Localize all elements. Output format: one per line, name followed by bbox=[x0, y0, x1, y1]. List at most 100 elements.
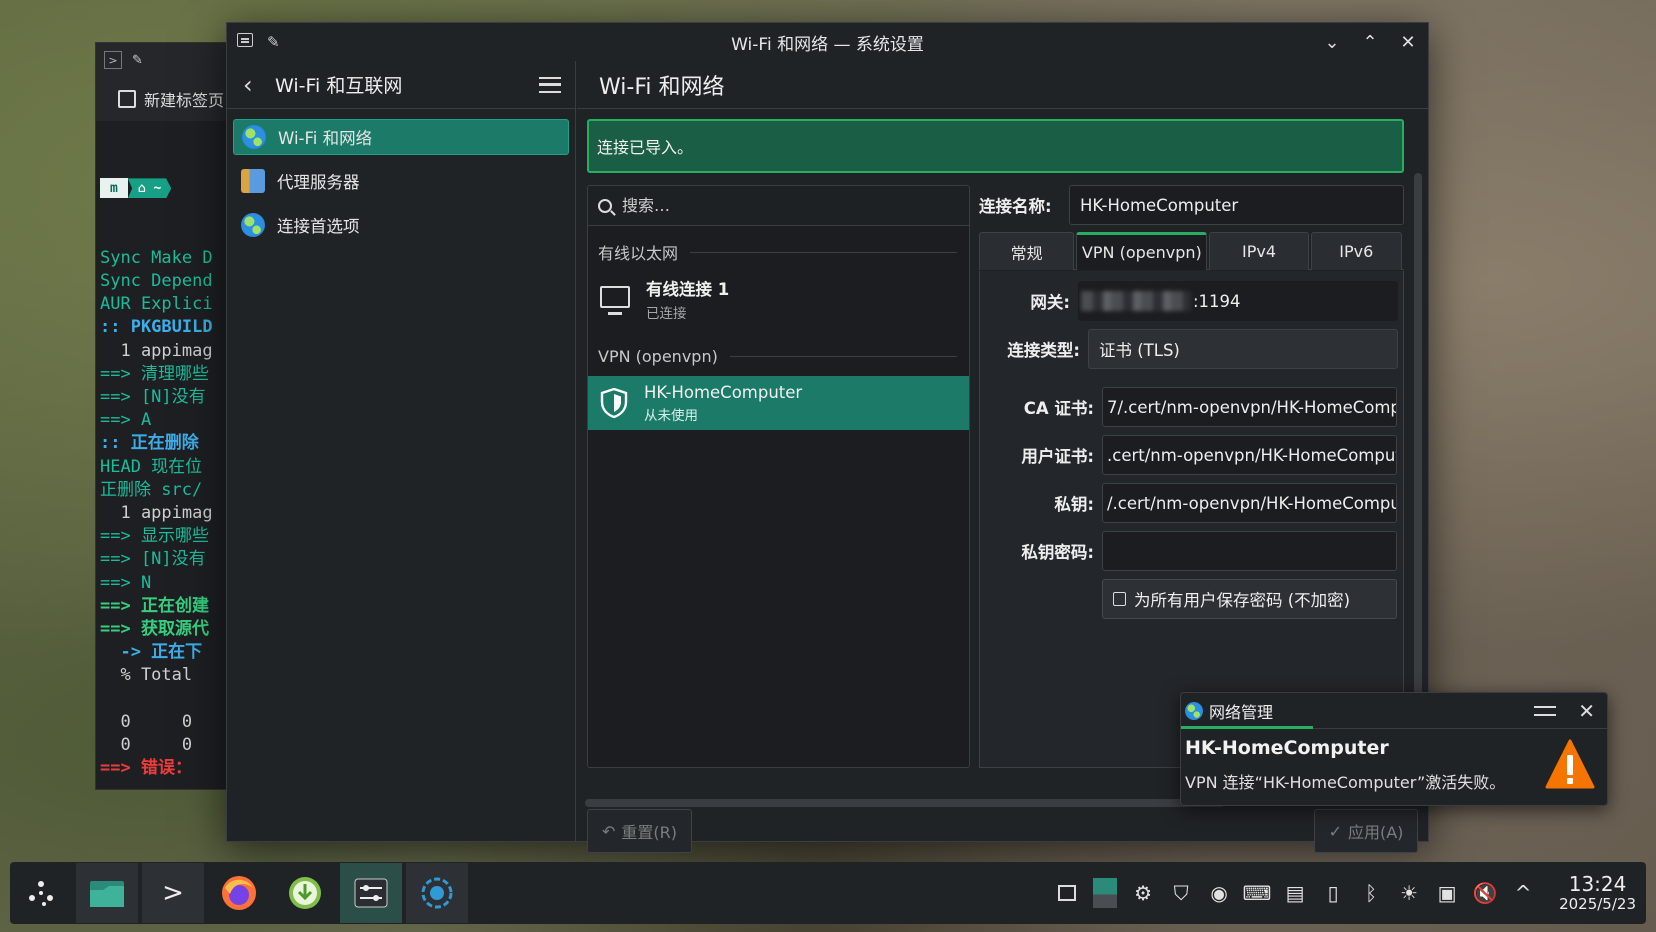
terminal-titlebar: > ✎ bbox=[96, 43, 244, 77]
notification-body: VPN 连接“HK-HomeComputer”激活失败。 bbox=[1185, 773, 1506, 792]
clock-date: 2025/5/23 bbox=[1559, 895, 1636, 913]
connection-list: 有线以太网 有线连接 1 已连接 VPN (openvpn) bbox=[587, 185, 970, 768]
brightness-icon[interactable]: ☀ bbox=[1397, 881, 1421, 905]
key-password-field[interactable] bbox=[1102, 531, 1397, 571]
user-cert-field[interactable]: .cert/nm-openvpn/HK-HomeCompute bbox=[1102, 435, 1397, 475]
terminal-window[interactable]: > ✎ 新建标签页 m ⌂ ~ Sync Make D Sync Depend AU… bbox=[95, 42, 245, 790]
usb-icon[interactable]: ▯ bbox=[1321, 881, 1345, 905]
network-icon[interactable]: ▣ bbox=[1435, 881, 1459, 905]
taskbar-firefox[interactable] bbox=[208, 863, 270, 923]
success-banner: 连接已导入。 bbox=[587, 119, 1404, 173]
recorder-icon bbox=[421, 877, 453, 909]
terminal-line: ==> 显示哪些 bbox=[100, 526, 209, 547]
warning-icon bbox=[1545, 739, 1595, 789]
terminal-line: ==> 正在创建 bbox=[100, 595, 209, 616]
terminal-line: :: 正在删除 bbox=[100, 433, 199, 454]
maximize-icon[interactable]: ⌃ bbox=[1360, 32, 1380, 53]
tab-vpn-openvpn[interactable]: VPN (openvpn) bbox=[1076, 232, 1208, 270]
kde-connect-icon[interactable]: ⚙ bbox=[1131, 881, 1155, 905]
ca-cert-row: CA 证书: 7/.cert/nm-openvpn/HK-HomeCompu bbox=[980, 387, 1403, 427]
console-tray-icon[interactable]: ⌨ bbox=[1243, 881, 1272, 905]
clock-time: 13:24 bbox=[1568, 872, 1627, 896]
section-header-ethernet: 有线以太网 bbox=[588, 232, 969, 272]
terminal-line: 0 0 bbox=[100, 735, 193, 756]
notification-popup[interactable]: 网络管理 ✕ HK-HomeComputer VPN 连接“HK-HomeCom… bbox=[1180, 692, 1608, 806]
connection-name-field[interactable]: HK-HomeComputer bbox=[1069, 185, 1404, 225]
connection-type-row: 连接类型: 证书 (TLS) bbox=[980, 329, 1403, 369]
search-box[interactable] bbox=[588, 186, 969, 226]
terminal-prompt: m ⌂ ~ bbox=[100, 177, 244, 199]
tab-bar: 常规 VPN (openvpn) IPv4 IPv6 bbox=[979, 232, 1404, 270]
close-icon[interactable]: ✕ bbox=[1578, 699, 1595, 723]
terminal-icon: > bbox=[162, 878, 184, 908]
window-titlebar[interactable]: ✎ Wi-Fi 和网络 — 系统设置 ⌄ ⌃ ✕ bbox=[227, 23, 1428, 61]
tab-ipv4[interactable]: IPv4 bbox=[1209, 232, 1309, 270]
pin-icon[interactable]: ✎ bbox=[267, 33, 280, 51]
chevron-up-icon[interactable]: ^ bbox=[1511, 881, 1535, 905]
apply-button[interactable]: ✓ 应用(A) bbox=[1314, 809, 1418, 853]
terminal-output[interactable]: m ⌂ ~ Sync Make D Sync Depend AUR Explici:… bbox=[96, 121, 244, 789]
search-input[interactable] bbox=[622, 196, 922, 215]
new-tab-icon[interactable] bbox=[118, 90, 136, 108]
gateway-row: 网关: :1194 bbox=[980, 281, 1403, 321]
firefox-icon bbox=[222, 876, 256, 910]
hamburger-menu-icon[interactable] bbox=[539, 76, 561, 93]
settings-app-icon[interactable] bbox=[237, 33, 253, 47]
launcher-icon bbox=[29, 881, 53, 906]
proxy-icon bbox=[241, 169, 265, 193]
minimize-icon[interactable]: ⌄ bbox=[1322, 32, 1342, 53]
ca-cert-field[interactable]: 7/.cert/nm-openvpn/HK-HomeCompu bbox=[1102, 387, 1397, 427]
terminal-line: Sync Make D bbox=[100, 247, 213, 268]
private-key-field[interactable]: /.cert/nm-openvpn/HK-HomeComput bbox=[1102, 483, 1397, 523]
vertical-scrollbar[interactable] bbox=[1414, 173, 1422, 733]
record-tray-icon[interactable]: ◉ bbox=[1207, 881, 1231, 905]
digital-clock[interactable]: 13:24 2025/5/23 bbox=[1559, 873, 1636, 913]
connection-type-dropdown[interactable]: 证书 (TLS) bbox=[1088, 329, 1398, 369]
terminal-line: ==> N bbox=[100, 572, 152, 593]
sidebar-item-connection-preferences[interactable]: 连接首选项 bbox=[233, 207, 569, 243]
taskbar-screen-recorder[interactable] bbox=[406, 863, 468, 923]
gateway-port: :1194 bbox=[1193, 291, 1241, 311]
terminal-line: ==> 错误： bbox=[100, 758, 192, 779]
user-cert-label: 用户证书: bbox=[1021, 447, 1094, 466]
connection-item-hk-homecomputer[interactable]: HK-HomeComputer 从未使用 bbox=[588, 376, 969, 430]
terminal-line: 1 appimag bbox=[100, 340, 213, 361]
gateway-field[interactable]: :1194 bbox=[1078, 281, 1398, 321]
pin-icon[interactable]: ✎ bbox=[132, 53, 143, 68]
desktop-pager-icon[interactable] bbox=[1093, 878, 1118, 908]
save-password-row: 为所有用户保存密码 (不加密) bbox=[980, 579, 1403, 619]
reset-button[interactable]: ↶ 重置(R) bbox=[587, 809, 692, 853]
taskbar-system-settings[interactable] bbox=[340, 863, 402, 923]
notification-app-name: 网络管理 bbox=[1209, 702, 1274, 722]
new-tab-button[interactable]: 新建标签页 bbox=[144, 87, 224, 111]
section-header-label: VPN (openvpn) bbox=[598, 346, 718, 366]
clipboard-icon[interactable]: ▤ bbox=[1283, 881, 1307, 905]
sidebar-item-proxy[interactable]: 代理服务器 bbox=[233, 163, 569, 199]
connection-name-row: 连接名称: HK-HomeComputer bbox=[979, 185, 1404, 225]
terminal-line: ==> [N]没有 bbox=[100, 549, 206, 570]
volume-muted-icon[interactable]: 🔇 bbox=[1473, 881, 1498, 905]
taskbar: > ⚙ ⛉ ◉ ⌨ ▤ ▯ ᛒ ☀ ▣ 🔇 ^ 13:24 2025/5/23 bbox=[10, 862, 1646, 924]
tab-ipv6[interactable]: IPv6 bbox=[1310, 232, 1402, 270]
connection-status: 已连接 bbox=[646, 306, 687, 322]
sidebar-item-label: 连接首选项 bbox=[277, 217, 360, 236]
configure-icon[interactable] bbox=[1534, 702, 1557, 720]
taskbar-terminal[interactable]: > bbox=[142, 863, 204, 923]
back-arrow-icon[interactable]: ‹ bbox=[243, 71, 263, 99]
taskbar-files[interactable] bbox=[76, 863, 138, 923]
vpn-shield-tray-icon[interactable]: ⛉ bbox=[1169, 881, 1193, 905]
tab-general[interactable]: 常规 bbox=[979, 232, 1075, 270]
save-password-button[interactable]: 为所有用户保存密码 (不加密) bbox=[1102, 579, 1397, 619]
sidebar-item-wifi-networks[interactable]: Wi-Fi 和网络 bbox=[233, 119, 569, 155]
app-launcher-button[interactable] bbox=[10, 863, 72, 923]
window-title: Wi-Fi 和网络 — 系统设置 bbox=[731, 34, 924, 55]
close-icon[interactable]: ✕ bbox=[1398, 32, 1418, 53]
user-cert-row: 用户证书: .cert/nm-openvpn/HK-HomeCompute bbox=[980, 435, 1403, 475]
horizontal-scrollbar[interactable] bbox=[585, 799, 1225, 807]
connection-item-wired-1[interactable]: 有线连接 1 已连接 bbox=[588, 272, 969, 326]
redacted-gateway bbox=[1081, 291, 1191, 311]
gateway-label: 网关: bbox=[1030, 293, 1070, 312]
window-icon[interactable] bbox=[1055, 881, 1079, 905]
taskbar-downloader[interactable] bbox=[274, 863, 336, 923]
bluetooth-icon[interactable]: ᛒ bbox=[1359, 881, 1383, 905]
